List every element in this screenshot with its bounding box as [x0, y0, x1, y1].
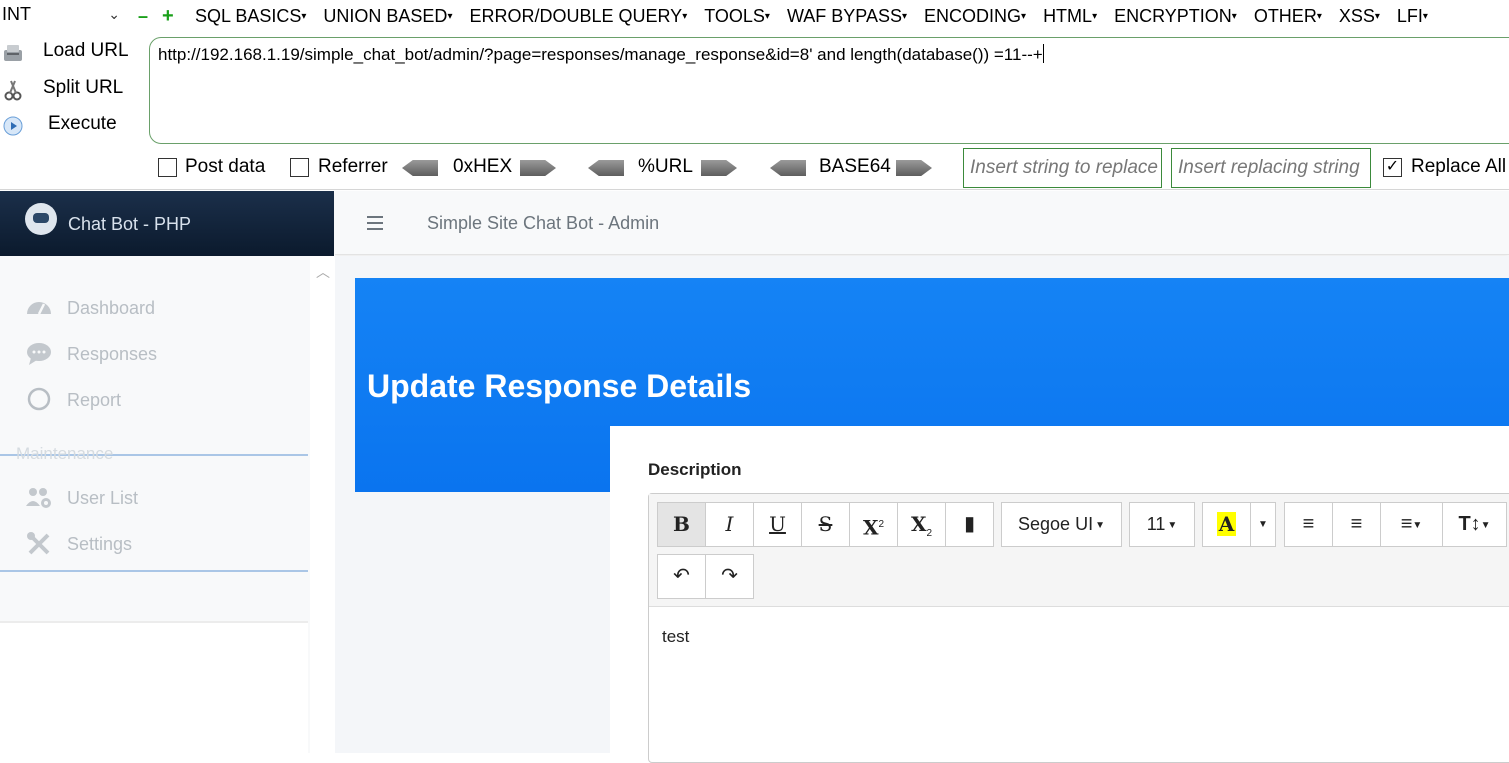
- circle-icon: [27, 387, 51, 411]
- execute-label: Execute: [48, 113, 117, 134]
- referrer-checkbox[interactable]: [290, 158, 309, 177]
- split-url-label: Split URL: [43, 77, 124, 98]
- hex-decode-arrow-icon[interactable]: [402, 160, 438, 176]
- comments-icon: [27, 343, 51, 365]
- site-title: Simple Site Chat Bot - Admin: [427, 213, 660, 233]
- font-size-dropdown[interactable]: 11 ▼: [1129, 502, 1195, 547]
- hackbar-menu: SQL BASICS▾ UNION BASED▾ ERROR/DOUBLE QU…: [195, 6, 1445, 27]
- menu-encryption[interactable]: ENCRYPTION▾: [1114, 6, 1237, 27]
- base64-label: BASE64: [819, 156, 891, 177]
- load-url-label: Load URL: [43, 40, 129, 61]
- editor-text: test: [662, 627, 690, 646]
- underline-button[interactable]: U: [753, 502, 802, 547]
- menu-xss[interactable]: XSS▾: [1339, 6, 1380, 27]
- plus-icon[interactable]: +: [162, 6, 178, 26]
- url-encode-label: %URL: [638, 156, 693, 177]
- unordered-list-icon[interactable]: ≡: [1332, 502, 1381, 547]
- tachometer-icon: [27, 302, 51, 315]
- superscript-button[interactable]: X2: [849, 502, 898, 547]
- post-data-checkbox[interactable]: [158, 158, 177, 177]
- robot-logo-icon: [25, 203, 57, 235]
- hex-encode-arrow-icon[interactable]: [520, 160, 556, 176]
- replace-all-label: Replace All: [1411, 156, 1507, 177]
- editor-toolbar: B I U S X2 X2 ▮ Segoe UI ▼ 11 ▼ A ▼ ≡ ≡ ≡▼…: [649, 494, 1509, 607]
- sidebar-item-label: Responses: [67, 344, 158, 364]
- brand-name: Chat Bot - PHP: [68, 214, 192, 234]
- hamburger-menu-icon[interactable]: [367, 216, 383, 230]
- sidebar-item-label: User List: [67, 488, 139, 508]
- scroll-up-icon[interactable]: ︿: [316, 262, 330, 282]
- hex-label: 0xHEX: [453, 156, 513, 177]
- topbar: Simple Site Chat Bot - Admin: [335, 191, 1509, 255]
- scissors-icon: [4, 80, 22, 101]
- chevron-down-icon: ⌄: [108, 6, 120, 22]
- font-family-value: Segoe UI: [1018, 514, 1094, 534]
- sidebar-item-label: Report: [67, 390, 122, 410]
- base64-decode-arrow-icon[interactable]: [770, 160, 806, 176]
- description-label: Description: [648, 460, 742, 479]
- url-decode-arrow-icon[interactable]: [588, 160, 624, 176]
- font-size-value: 11: [1146, 514, 1166, 534]
- divider: [0, 570, 308, 572]
- base64-encode-arrow-icon[interactable]: [896, 160, 932, 176]
- menu-sql-basics[interactable]: SQL BASICS▾: [195, 6, 306, 27]
- maintenance-header: Maintenance: [16, 444, 114, 463]
- menu-union-based[interactable]: UNION BASED▾: [323, 6, 452, 27]
- font-family-dropdown[interactable]: Segoe UI ▼: [1001, 502, 1122, 547]
- replace-all-checkbox[interactable]: ✓: [1383, 158, 1402, 177]
- redo-icon[interactable]: ↷: [705, 554, 754, 599]
- subscript-button[interactable]: X2: [897, 502, 946, 547]
- url-text: http://192.168.1.19/simple_chat_bot/admi…: [158, 45, 1043, 64]
- type-select-value: INT: [2, 4, 31, 24]
- highlight-color-button[interactable]: A: [1202, 502, 1251, 547]
- load-url-button[interactable]: Load URL: [0, 38, 145, 68]
- replace-string-input[interactable]: Insert string to replace: [963, 148, 1162, 188]
- menu-tools[interactable]: TOOLS▾: [704, 6, 770, 27]
- menu-lfi[interactable]: LFI▾: [1397, 6, 1428, 27]
- align-dropdown-icon[interactable]: ≡▼: [1380, 502, 1443, 547]
- color-dropdown-caret-icon[interactable]: ▼: [1250, 502, 1276, 547]
- editor-content[interactable]: test: [662, 627, 689, 647]
- strikethrough-button[interactable]: S: [801, 502, 850, 547]
- sidebar-brand[interactable]: Chat Bot - PHP: [0, 191, 334, 256]
- bold-button[interactable]: B: [657, 502, 706, 547]
- undo-icon[interactable]: ↶: [657, 554, 706, 599]
- referrer-label: Referrer: [318, 156, 388, 177]
- sidebar-item-label: Dashboard: [67, 298, 156, 318]
- italic-button[interactable]: I: [705, 502, 754, 547]
- sidebar-scrollbar[interactable]: ︿: [310, 256, 334, 753]
- menu-waf-bypass[interactable]: WAF BYPASS▾: [787, 6, 907, 27]
- line-height-dropdown-icon[interactable]: T↕▼: [1442, 502, 1507, 547]
- users-cog-icon: [26, 488, 51, 508]
- post-data-label: Post data: [185, 156, 266, 177]
- replacing-string-input[interactable]: Insert replacing string: [1171, 148, 1371, 188]
- play-icon: [3, 116, 23, 136]
- ordered-list-icon[interactable]: ≡: [1284, 502, 1333, 547]
- type-select[interactable]: INT ⌄: [0, 4, 126, 30]
- split-url-button[interactable]: Split URL: [0, 75, 145, 105]
- execute-button[interactable]: Execute: [0, 111, 145, 141]
- menu-other[interactable]: OTHER▾: [1254, 6, 1322, 27]
- hackbar: INT ⌄ – + SQL BASICS▾ UNION BASED▾ ERROR…: [0, 0, 1509, 190]
- tools-icon: [27, 532, 50, 555]
- form-card: Description B I U S X2 X2 ▮ Segoe UI ▼ 11…: [610, 426, 1509, 763]
- sidebar-item-label: Settings: [67, 534, 133, 554]
- menu-html[interactable]: HTML▾: [1043, 6, 1097, 27]
- eraser-icon[interactable]: ▮: [945, 502, 994, 547]
- page-title: Update Response Details: [367, 368, 752, 404]
- rich-text-editor: B I U S X2 X2 ▮ Segoe UI ▼ 11 ▼ A ▼ ≡ ≡ ≡▼…: [648, 493, 1509, 763]
- menu-encoding[interactable]: ENCODING▾: [924, 6, 1026, 27]
- load-url-icon: [4, 45, 22, 61]
- sidebar-footer-area: [0, 621, 308, 753]
- minus-icon[interactable]: –: [138, 7, 152, 25]
- text-caret: [1042, 44, 1044, 63]
- sidebar: Dashboard Responses Report Maintenance U…: [0, 256, 334, 753]
- hackbar-options: Post data Referrer 0xHEX %URL BASE64 Ins…: [156, 148, 1509, 188]
- menu-error-double-query[interactable]: ERROR/DOUBLE QUERY▾: [469, 6, 687, 27]
- url-encode-arrow-icon[interactable]: [701, 160, 737, 176]
- url-textarea[interactable]: http://192.168.1.19/simple_chat_bot/admi…: [149, 37, 1509, 144]
